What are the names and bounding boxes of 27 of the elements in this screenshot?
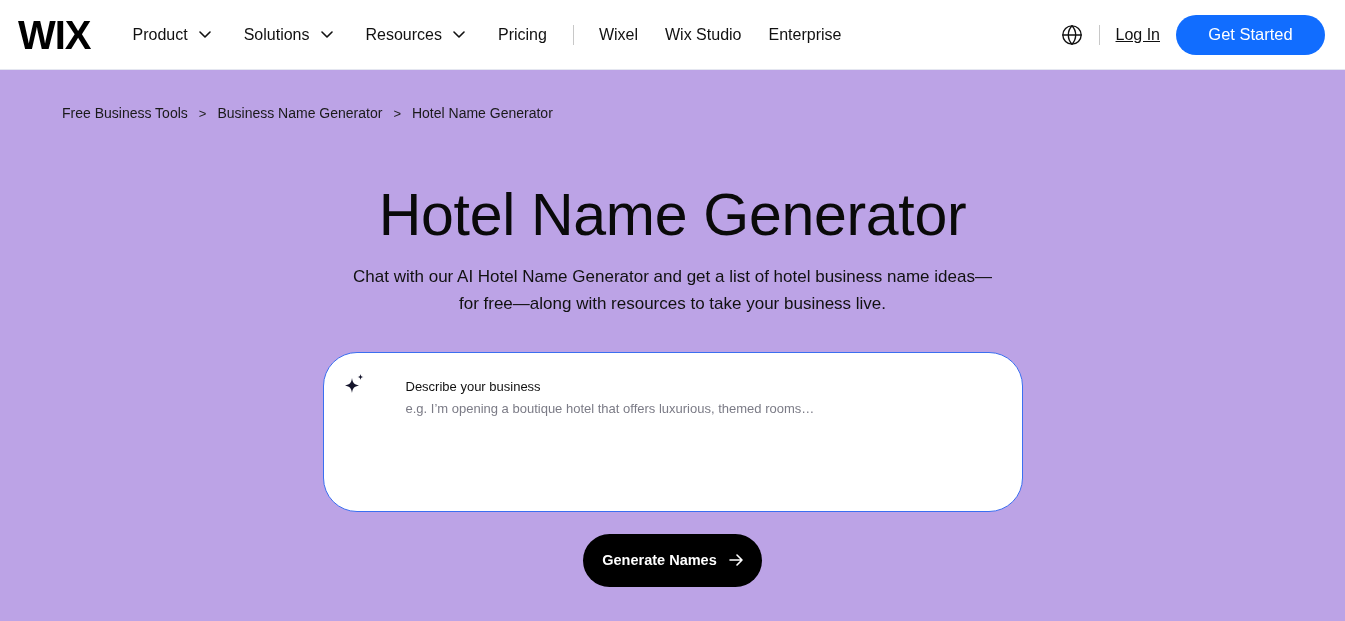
language-globe-icon[interactable] [1060,23,1083,46]
chevron-down-icon [198,31,211,38]
arrow-right-icon [728,554,743,567]
page-title: Hotel Name Generator [378,181,967,250]
generate-names-button[interactable]: Generate Names [583,533,762,587]
logo[interactable]: WIX [18,14,91,55]
nav-link[interactable]: Enterprise [768,25,842,44]
nav-link[interactable]: Wix Studio [665,25,742,44]
nav-link[interactable]: Resources [365,25,465,44]
business-description-input[interactable]: e.g. I’m opening a boutique hotel that offers luxurious, themed rooms… [405,400,1002,491]
nav-link[interactable]: Pricing [498,25,547,44]
nav-link[interactable]: Wixel [598,25,638,44]
chevron-down-icon [320,31,333,38]
breadcrumb-link[interactable]: Free Business Tools [62,105,188,121]
page-subtitle: Chat with our AI Hotel Name Generator and get a list of hotel business name ideas—for free—along with resources to take your business live. [352,265,993,315]
prompt-input-box[interactable]: Describe your business e.g. I’m opening a boutique hotel that offers luxurious, themed rooms… [322,351,1023,512]
nav-link[interactable]: Product [132,25,211,44]
field-label: Describe your business [405,378,542,394]
breadcrumb-separator: > [198,105,207,121]
breadcrumb-link[interactable]: Hotel Name Generator [411,105,553,121]
breadcrumb-separator: > [393,105,401,121]
login-link[interactable]: Log In [1115,25,1160,44]
nav-link[interactable]: Solutions [243,25,333,44]
chevron-down-icon [453,31,465,38]
breadcrumb-link[interactable]: Business Name Generator [217,105,383,121]
sparkle-icon [343,373,365,394]
get-started-button[interactable]: Get Started [1176,14,1325,55]
